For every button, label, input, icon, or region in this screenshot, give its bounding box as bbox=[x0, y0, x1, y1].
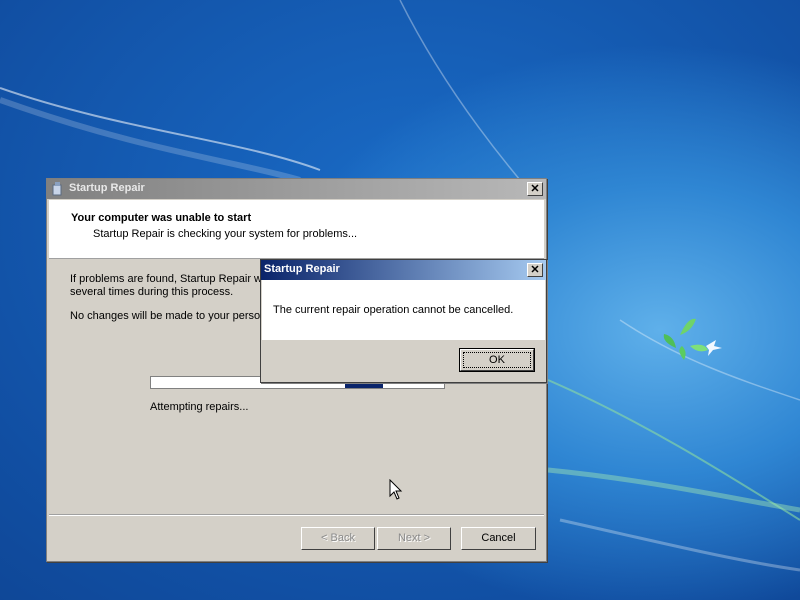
mouse-pointer-icon bbox=[389, 479, 403, 500]
main-window-titlebar[interactable]: Startup Repair ✕ bbox=[47, 179, 546, 199]
main-window-title: Startup Repair bbox=[69, 182, 145, 194]
ok-button[interactable]: OK bbox=[459, 348, 535, 372]
green-leaves-icon bbox=[663, 318, 708, 360]
main-window-close-button[interactable]: ✕ bbox=[527, 182, 543, 196]
header-subtitle: Startup Repair is checking your system f… bbox=[93, 228, 358, 240]
next-button[interactable]: Next > bbox=[377, 527, 451, 550]
cancel-button[interactable]: Cancel bbox=[461, 527, 536, 550]
wizard-header: Your computer was unable to start Startu… bbox=[49, 200, 544, 259]
button-area-separator bbox=[49, 514, 544, 516]
white-bird-icon bbox=[706, 340, 722, 356]
status-text: Attempting repairs... bbox=[150, 401, 249, 413]
close-icon: ✕ bbox=[530, 183, 540, 195]
close-icon: ✕ bbox=[530, 264, 540, 276]
dialog-message: The current repair operation cannot be c… bbox=[273, 304, 514, 316]
back-button[interactable]: < Back bbox=[301, 527, 375, 550]
dialog-message-area: The current repair operation cannot be c… bbox=[262, 280, 545, 340]
cancel-warning-dialog: Startup Repair ✕ The current repair oper… bbox=[260, 259, 547, 383]
startup-repair-icon bbox=[52, 182, 62, 196]
dialog-close-button[interactable]: ✕ bbox=[527, 263, 543, 277]
header-title: Your computer was unable to start bbox=[71, 212, 252, 224]
ok-button-focus-ring bbox=[463, 352, 531, 368]
dialog-titlebar[interactable]: Startup Repair ✕ bbox=[261, 260, 546, 280]
dialog-title: Startup Repair bbox=[264, 263, 340, 275]
